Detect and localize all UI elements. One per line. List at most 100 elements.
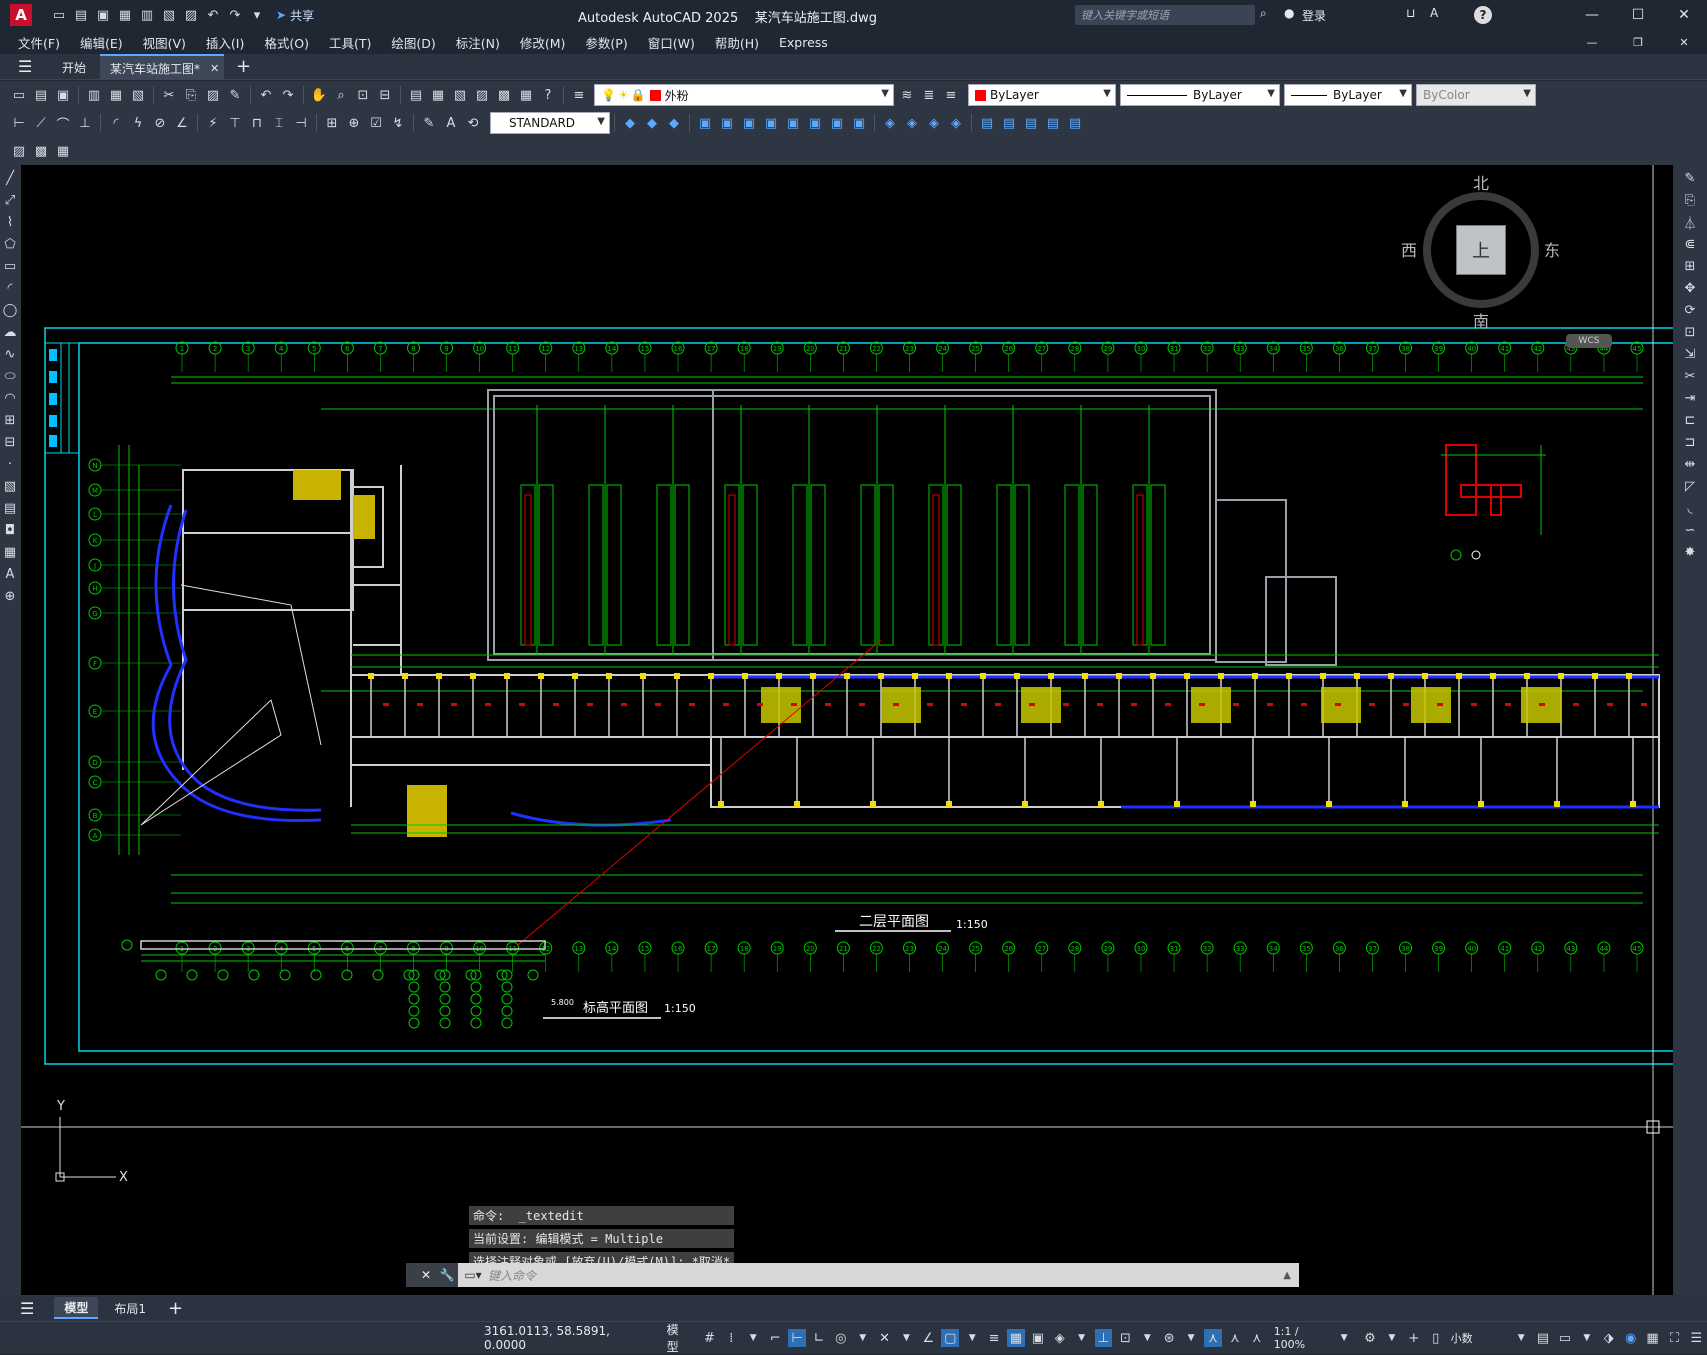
- save-icon[interactable]: ▣: [54, 86, 72, 104]
- saveas-icon[interactable]: ▦: [116, 6, 134, 24]
- bulb-icon[interactable]: 💡: [601, 88, 616, 102]
- search-icon[interactable]: ⌕: [1260, 6, 1267, 21]
- scale-icon[interactable]: ⊡: [1681, 323, 1699, 341]
- maximize-button[interactable]: ☐: [1615, 7, 1661, 23]
- menu-view[interactable]: 视图(V): [133, 33, 196, 52]
- compass-south[interactable]: 南: [1473, 308, 1489, 332]
- undo-icon[interactable]: ↶: [204, 6, 222, 24]
- autodesk-app-icon[interactable]: A: [1430, 6, 1438, 20]
- blue-tool-8-icon[interactable]: ▣: [784, 114, 802, 132]
- command-input[interactable]: 键入命令: [488, 1267, 536, 1284]
- viewcube-face[interactable]: 上: [1456, 225, 1506, 275]
- customize-status-icon[interactable]: ☰: [1687, 1329, 1705, 1347]
- model-space-toggle[interactable]: 模型: [667, 1321, 691, 1355]
- grid-icon[interactable]: #: [701, 1329, 719, 1347]
- ellipse-icon[interactable]: ⬭: [1, 367, 19, 385]
- designcenter-icon[interactable]: ▦: [429, 86, 447, 104]
- chevron-down-icon[interactable]: ▼: [744, 1329, 762, 1347]
- point-icon[interactable]: ·: [1, 455, 19, 473]
- close-button[interactable]: ✕: [1661, 7, 1707, 23]
- menu-modify[interactable]: 修改(M): [510, 33, 576, 52]
- dim-continue-icon[interactable]: ⊓: [248, 114, 266, 132]
- polygon-icon[interactable]: ⬠: [1, 235, 19, 253]
- mtext-icon[interactable]: A: [1, 565, 19, 583]
- share-label[interactable]: 共享: [290, 7, 314, 24]
- undo-icon[interactable]: ↶: [257, 86, 275, 104]
- blue-tool-10-icon[interactable]: ▣: [828, 114, 846, 132]
- layer-previous-icon[interactable]: ≋: [898, 86, 916, 104]
- publish-icon[interactable]: ▧: [160, 6, 178, 24]
- blue-tool-4-icon[interactable]: ▣: [696, 114, 714, 132]
- sun-icon[interactable]: ☀: [618, 88, 629, 102]
- linetype-combo[interactable]: ByLayer ▼: [1120, 84, 1280, 106]
- spline-icon[interactable]: ∿: [1, 345, 19, 363]
- graphics-performance-icon[interactable]: ◉: [1622, 1329, 1640, 1347]
- command-grip-icon[interactable]: [406, 1263, 416, 1287]
- tab-model[interactable]: 模型: [54, 1297, 99, 1319]
- center-mark-icon[interactable]: ⊕: [345, 114, 363, 132]
- gradient-icon[interactable]: ▤: [1, 499, 19, 517]
- doc-minimize-button[interactable]: —: [1569, 36, 1615, 49]
- mirror-icon[interactable]: ⏃: [1681, 213, 1699, 232]
- properties-icon[interactable]: ▤: [407, 86, 425, 104]
- blue-tool-1-icon[interactable]: ◆: [621, 114, 639, 132]
- save-icon[interactable]: ▣: [94, 6, 112, 24]
- menu-express[interactable]: Express: [769, 35, 838, 50]
- osnap-icon[interactable]: ▢: [941, 1329, 960, 1347]
- selection-cycling-icon[interactable]: ▣: [1029, 1329, 1047, 1347]
- dynamic-input-icon[interactable]: ⊢: [788, 1329, 806, 1347]
- osnap-tracking-icon[interactable]: ∠: [919, 1329, 937, 1347]
- command-close-icon[interactable]: ✕: [416, 1263, 436, 1287]
- selection-filter-icon[interactable]: ⊡: [1116, 1329, 1134, 1347]
- fillet-icon[interactable]: ◟: [1681, 499, 1699, 517]
- copy-object-icon[interactable]: ⎘: [1681, 191, 1699, 209]
- pan-icon[interactable]: ✋: [310, 86, 328, 104]
- compass-east[interactable]: 东: [1544, 237, 1560, 261]
- hatch-icon[interactable]: ▧: [1, 477, 19, 495]
- blue-tool-7-icon[interactable]: ▣: [762, 114, 780, 132]
- blue-tool-13-icon[interactable]: ◈: [903, 114, 921, 132]
- blue-tool-19-icon[interactable]: ▤: [1044, 114, 1062, 132]
- plotstyle-combo[interactable]: ByColor ▼: [1416, 84, 1536, 106]
- menu-insert[interactable]: 插入(I): [196, 33, 254, 52]
- blue-tool-12-icon[interactable]: ◈: [881, 114, 899, 132]
- block-editor-icon[interactable]: ▨: [10, 142, 28, 160]
- blue-tool-2-icon[interactable]: ◆: [643, 114, 661, 132]
- calculator-icon[interactable]: ▦: [517, 86, 535, 104]
- lock-icon[interactable]: 🔒: [631, 88, 646, 102]
- menu-help[interactable]: 帮助(H): [705, 33, 769, 52]
- textstyle-combo[interactable]: STANDARD ▼: [490, 112, 610, 134]
- print-icon[interactable]: ▨: [182, 6, 200, 24]
- break-icon[interactable]: ⊐: [1681, 433, 1699, 451]
- doc-restore-button[interactable]: ❐: [1615, 36, 1661, 49]
- tab-drawing[interactable]: 某汽车站施工图* ✕: [100, 54, 224, 80]
- matchprop-icon[interactable]: ✎: [226, 86, 244, 104]
- dim-jogged-icon[interactable]: ϟ: [129, 114, 147, 132]
- layer-properties-icon[interactable]: ≡: [570, 86, 588, 104]
- preview-icon[interactable]: ▦: [107, 86, 125, 104]
- blue-tool-14-icon[interactable]: ◈: [925, 114, 943, 132]
- login-label[interactable]: 登录: [1302, 7, 1326, 24]
- chevron-down-icon[interactable]: ▼: [1578, 1329, 1596, 1347]
- layer-states-icon[interactable]: ≣: [920, 86, 938, 104]
- tolerance-icon[interactable]: ⊞: [323, 114, 341, 132]
- close-tab-icon[interactable]: ✕: [210, 62, 219, 75]
- dim-baseline-icon[interactable]: ⊤: [226, 114, 244, 132]
- jogged-linear-icon[interactable]: ↯: [389, 114, 407, 132]
- blue-tool-3-icon[interactable]: ◆: [665, 114, 683, 132]
- copy-icon[interactable]: ⎘: [182, 86, 200, 104]
- open-icon[interactable]: ▤: [72, 6, 90, 24]
- minimize-button[interactable]: —: [1569, 7, 1615, 23]
- lineweight-combo[interactable]: ByLayer ▼: [1284, 84, 1412, 106]
- dynamic-ucs-icon[interactable]: ⊥: [1094, 1329, 1113, 1347]
- wcs-button[interactable]: WCS: [1566, 334, 1612, 348]
- command-customize-icon[interactable]: 🔧: [436, 1263, 458, 1287]
- isolate-objects-icon[interactable]: ⬗: [1600, 1329, 1618, 1347]
- tab-start[interactable]: 开始: [52, 54, 96, 80]
- table-icon[interactable]: ▦: [1, 543, 19, 561]
- blue-tool-15-icon[interactable]: ◈: [947, 114, 965, 132]
- annotation-visibility-icon[interactable]: ⋏: [1204, 1329, 1222, 1347]
- chevron-down-icon[interactable]: ▼: [1073, 1329, 1091, 1347]
- trim-icon[interactable]: ✂: [1681, 367, 1699, 385]
- toolpalettes-icon[interactable]: ▧: [451, 86, 469, 104]
